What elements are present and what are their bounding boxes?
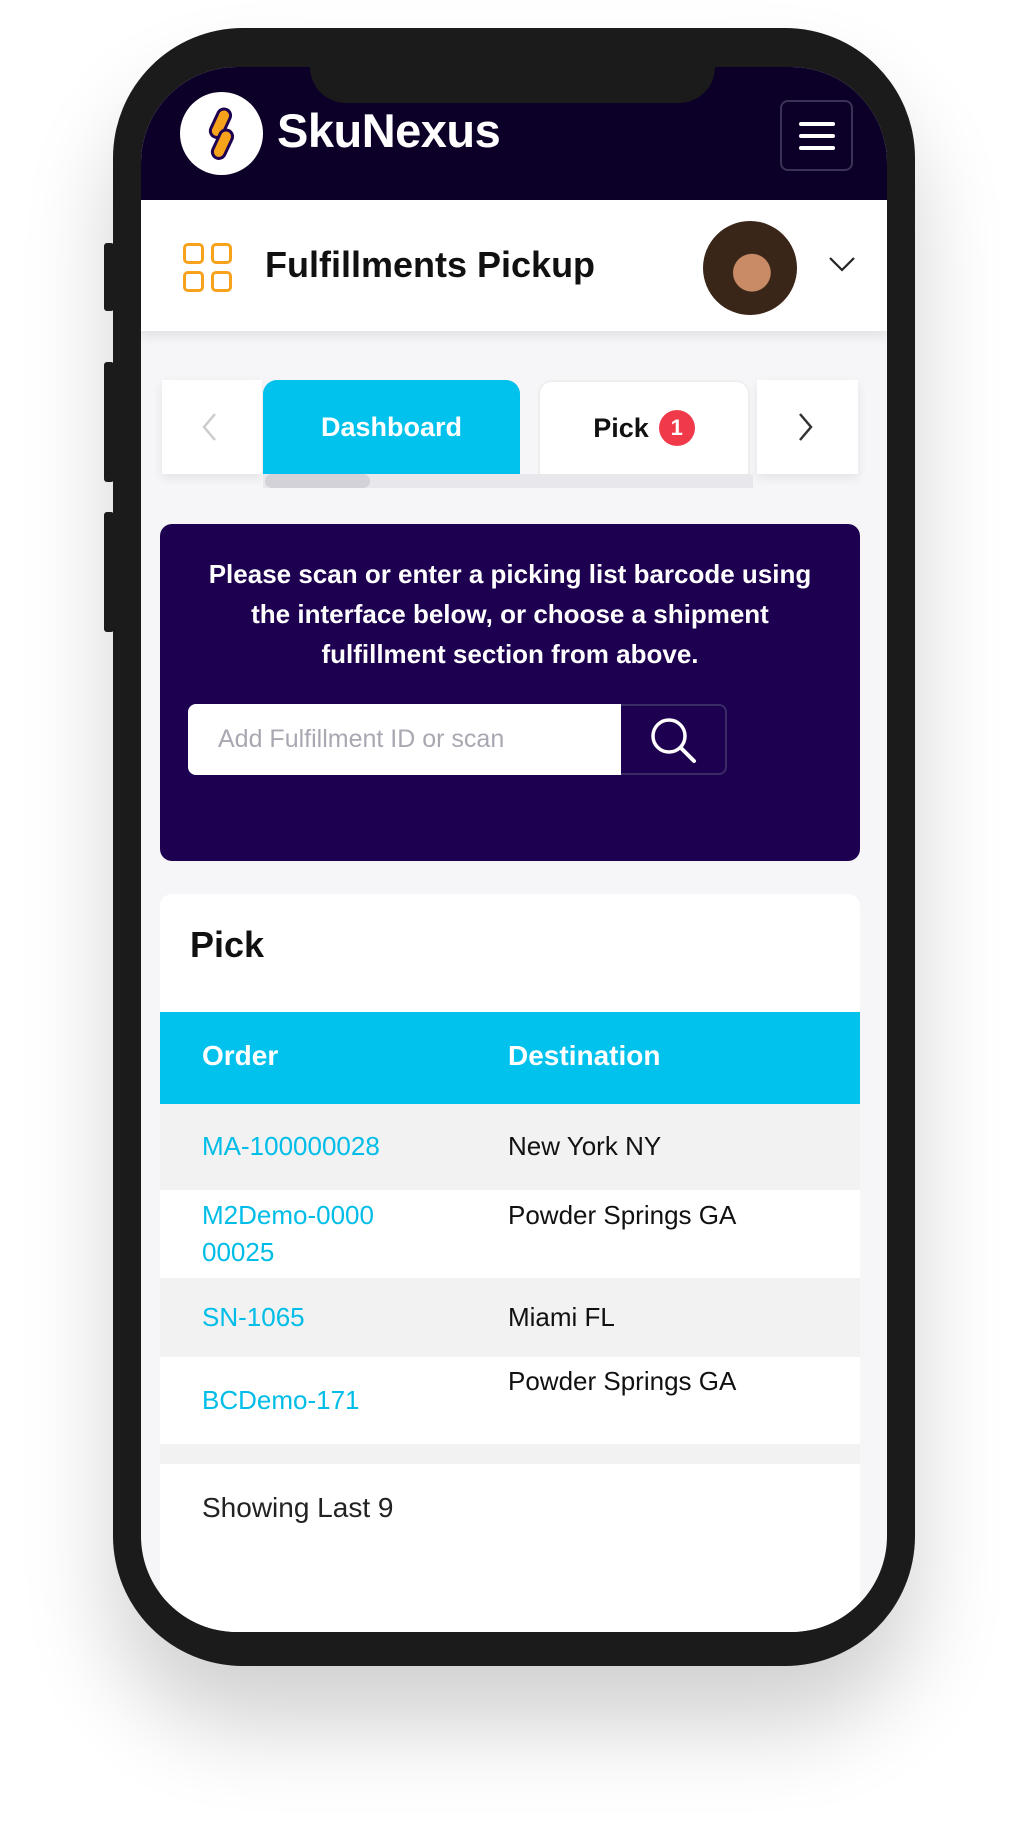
table-row[interactable]: MA-100000028 New York NY [160, 1104, 860, 1190]
chevron-right-icon [799, 413, 813, 441]
table-header: Order Destination [160, 1012, 860, 1104]
tab-label: Dashboard [320, 411, 463, 442]
avatar[interactable] [703, 221, 797, 315]
hamburger-icon [799, 122, 835, 126]
tab-scroll-left-button[interactable] [162, 380, 262, 474]
skunexus-logo-icon[interactable] [180, 92, 263, 175]
fulfillment-id-input[interactable] [188, 704, 622, 775]
count-badge: 1 [658, 410, 695, 446]
brand-name: SkuNexus [277, 104, 501, 157]
table-row[interactable]: BCDemo-171 Powder Springs GA [160, 1357, 860, 1444]
page-title: Fulfillments Pickup [265, 244, 596, 285]
scan-card: Please scan or enter a picking list barc… [160, 524, 860, 861]
destination: Powder Springs GA [508, 1200, 737, 1230]
scan-instructions: Please scan or enter a picking list barc… [208, 559, 812, 669]
order-link[interactable]: M2Demo-000000025 [202, 1197, 382, 1271]
phone-button [104, 362, 114, 482]
search-icon [651, 717, 696, 763]
search-button[interactable] [621, 704, 727, 775]
tab-label: Pick [593, 412, 649, 443]
section-title: Pick [190, 924, 265, 965]
tab-scroll-right-button[interactable] [757, 380, 858, 474]
chevron-down-icon[interactable] [828, 250, 856, 278]
hamburger-icon-line [799, 134, 835, 138]
tab-scrollbar-thumb[interactable] [265, 474, 370, 488]
destination: Powder Springs GA [508, 1366, 737, 1396]
tab-pick[interactable]: Pick 1 [538, 380, 750, 474]
chevron-left-icon [202, 413, 216, 441]
page-header: Fulfillments Pickup [141, 200, 887, 331]
table-row[interactable]: M2Demo-000000025 Powder Springs GA [160, 1190, 860, 1278]
tab-dashboard[interactable]: Dashboard [263, 380, 520, 474]
table-row[interactable]: SN-1065 Miami FL [160, 1278, 860, 1357]
phone-screen: SkuNexus Fulfillments Pickup Dashboard P… [141, 67, 887, 1632]
table-spacer [160, 1444, 860, 1464]
hamburger-menu-button[interactable] [780, 100, 853, 171]
column-header-order: Order [202, 1040, 279, 1071]
grid-icon[interactable] [183, 243, 233, 293]
order-link[interactable]: BCDemo-171 [202, 1382, 360, 1419]
order-link[interactable]: MA-100000028 [202, 1128, 380, 1165]
destination: Miami FL [508, 1302, 615, 1332]
destination: New York NY [508, 1131, 662, 1161]
column-header-destination: Destination [508, 1040, 661, 1071]
phone-button [104, 243, 114, 311]
order-link[interactable]: SN-1065 [202, 1299, 305, 1336]
pick-card: Pick Order Destination MA-100000028 New … [160, 894, 860, 1632]
hamburger-icon-line [799, 146, 835, 150]
phone-button [104, 512, 114, 632]
showing-count: Showing Last 9 [202, 1492, 394, 1523]
phone-notch [310, 67, 715, 103]
